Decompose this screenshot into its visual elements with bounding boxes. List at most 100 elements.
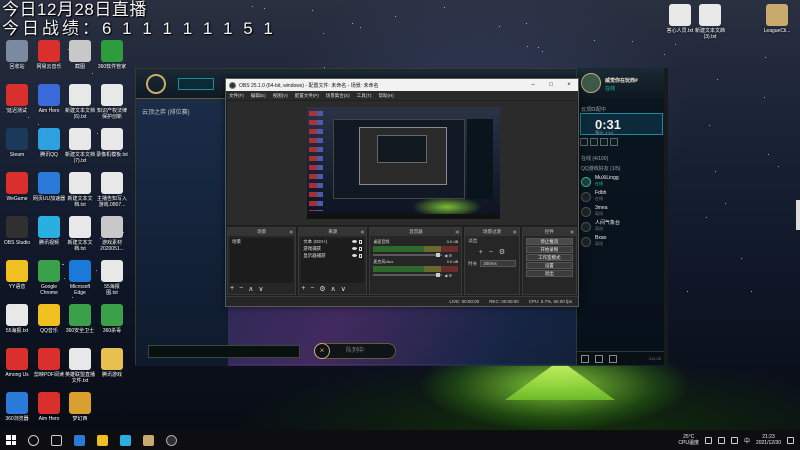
obs-preview-area[interactable]: [227, 101, 577, 225]
remove-transition-icon[interactable]: −: [489, 249, 493, 256]
move-down-icon[interactable]: ∨: [341, 285, 346, 293]
summoner-status[interactable]: 在线: [605, 85, 615, 92]
taskbar-clock[interactable]: 21:23 2021/12/30: [756, 434, 781, 446]
dock-float-icon[interactable]: ▣: [513, 228, 517, 236]
file-explorer-icon[interactable]: [97, 434, 108, 446]
ie-browser-icon[interactable]: [74, 434, 85, 446]
remove-scene-icon[interactable]: −: [239, 285, 243, 292]
obs-menu-item[interactable]: 配置文件(P): [295, 93, 319, 99]
chat-icon[interactable]: [581, 355, 589, 363]
friend-folder-icon[interactable]: [590, 138, 598, 146]
screen-edge-scrollbar[interactable]: [796, 200, 800, 230]
source-item[interactable]: 文本 (GDI+): [301, 238, 364, 245]
friend-group-qq[interactable]: QQ游戏好友 (1/5): [581, 165, 663, 172]
visibility-eye-icon[interactable]: [352, 240, 358, 243]
dock-float-icon[interactable]: ▣: [570, 228, 574, 236]
summoner-avatar[interactable]: [581, 73, 601, 93]
search-icon[interactable]: [28, 434, 39, 446]
scene-item[interactable]: 场景: [230, 238, 293, 245]
desktop-icon[interactable]: LeagueCli...: [755, 4, 799, 34]
dock-float-icon[interactable]: ▣: [456, 228, 460, 236]
friend-row[interactable]: Bxao 离线: [581, 234, 663, 249]
friend-group-online[interactable]: 在线 (4/100): [581, 155, 663, 162]
stop-streaming-button[interactable]: 停止推流: [525, 238, 573, 245]
exit-button[interactable]: 退出: [525, 270, 573, 277]
desktop-icon[interactable]: 360杀毒: [90, 304, 134, 334]
league-scrollbar[interactable]: [664, 68, 668, 365]
add-friend-icon[interactable]: [580, 138, 588, 146]
minimize-icon[interactable]: –: [524, 82, 542, 88]
dock-float-icon[interactable]: ▣: [361, 228, 365, 236]
lock-icon[interactable]: [359, 246, 363, 251]
friend-sort-icon[interactable]: [600, 138, 608, 146]
studio-mode-button[interactable]: 工作室模式: [525, 254, 573, 261]
desktop-icon[interactable]: 游戏素材 2020051...: [90, 216, 134, 252]
source-settings-icon[interactable]: ⚙: [319, 285, 325, 293]
move-down-icon[interactable]: ∨: [258, 285, 263, 293]
desktop-icon[interactable]: 腾讯游戏: [90, 348, 134, 378]
visibility-eye-icon[interactable]: [352, 254, 358, 257]
notification-icon[interactable]: [787, 436, 794, 444]
move-up-icon[interactable]: ∧: [331, 285, 336, 293]
obs-menu-item[interactable]: 场景集合(S): [326, 93, 350, 99]
volume-knob[interactable]: [436, 253, 441, 257]
channel-settings-icon[interactable]: ⚙: [448, 253, 452, 258]
source-item[interactable]: 游戏捕获: [301, 245, 364, 252]
lock-icon[interactable]: [359, 253, 363, 258]
start-button-icon[interactable]: [6, 435, 16, 445]
friend-row[interactable]: 人间气象台 离线: [581, 219, 663, 234]
obs-preview-canvas[interactable]: [307, 107, 500, 219]
dock-float-icon[interactable]: ▣: [289, 228, 293, 236]
channel-settings-icon[interactable]: ⚙: [448, 273, 452, 278]
play-button[interactable]: [178, 78, 214, 90]
close-icon[interactable]: ×: [560, 82, 578, 88]
mute-speaker-icon[interactable]: ◀: [444, 253, 447, 258]
obs-titlebar[interactable]: OBS 25.1.0 (64-bit, windows) - 配置文件: 未命名…: [226, 79, 578, 91]
remove-source-icon[interactable]: −: [310, 285, 314, 292]
add-source-icon[interactable]: +: [301, 285, 305, 292]
input-language[interactable]: 中: [744, 436, 750, 445]
duration-input[interactable]: 300ms: [480, 260, 516, 267]
obs-menu-item[interactable]: 视图(V): [273, 93, 288, 99]
transition-settings-icon[interactable]: ⚙: [499, 248, 505, 256]
league-taskbar-icon[interactable]: [143, 434, 154, 446]
network-icon[interactable]: [717, 436, 725, 444]
desktop-icon[interactable]: 新建文本文档 (3).txt: [688, 4, 732, 40]
lobby-chat-input[interactable]: [148, 345, 300, 358]
mission-icon[interactable]: [595, 355, 603, 363]
volume-knob[interactable]: [436, 273, 441, 277]
desktop-icon[interactable]: 55海报 图.txt: [90, 260, 134, 296]
voice-icon[interactable]: [609, 355, 617, 363]
weather-widget[interactable]: 25°C CPU温度: [678, 434, 699, 446]
volume-icon[interactable]: [730, 436, 738, 444]
lock-icon[interactable]: [359, 239, 363, 244]
maximize-icon[interactable]: □: [542, 82, 560, 88]
friend-search-icon[interactable]: [610, 138, 618, 146]
tray-up-arrow-icon[interactable]: [704, 436, 712, 444]
desktop-icon[interactable]: 录像机模板.txt: [90, 128, 134, 158]
cancel-queue-icon[interactable]: ×: [314, 343, 330, 359]
settings-button[interactable]: 设置: [525, 262, 573, 269]
obs-window[interactable]: OBS 25.1.0 (64-bit, windows) - 配置文件: 未命名…: [225, 78, 579, 307]
obs-menu-item[interactable]: 文件(F): [229, 93, 244, 99]
add-transition-icon[interactable]: +: [479, 249, 483, 256]
start-recording-button[interactable]: 开始录制: [525, 246, 573, 253]
move-up-icon[interactable]: ∧: [248, 285, 253, 293]
obs-taskbar-icon[interactable]: [166, 434, 177, 446]
friend-row[interactable]: MuXiLingg 在线: [581, 174, 663, 189]
desktop-icon[interactable]: 梦幻西: [58, 392, 102, 422]
desktop-icon[interactable]: 知识产权法律 保护创新: [90, 84, 134, 120]
friend-row[interactable]: Fdbh 在线: [581, 189, 663, 204]
visibility-eye-icon[interactable]: [352, 247, 358, 250]
volume-slider[interactable]: ◀ ⚙: [373, 253, 458, 258]
obs-menu-item[interactable]: 帮助(H): [379, 93, 394, 99]
add-scene-icon[interactable]: +: [230, 285, 234, 292]
friend-row[interactable]: 3mea 离线: [581, 204, 663, 219]
source-item[interactable]: 显示器捕获: [301, 252, 364, 259]
obs-menu-item[interactable]: 工具(T): [357, 93, 372, 99]
tencent-video-taskbar-icon[interactable]: [120, 434, 131, 446]
desktop-icon[interactable]: 360软件管家: [90, 40, 134, 70]
mute-speaker-icon[interactable]: ◀: [444, 273, 447, 278]
task-view-icon[interactable]: [51, 434, 62, 446]
desktop-icon[interactable]: 主播告知写入 游戏.0807...: [90, 172, 134, 208]
